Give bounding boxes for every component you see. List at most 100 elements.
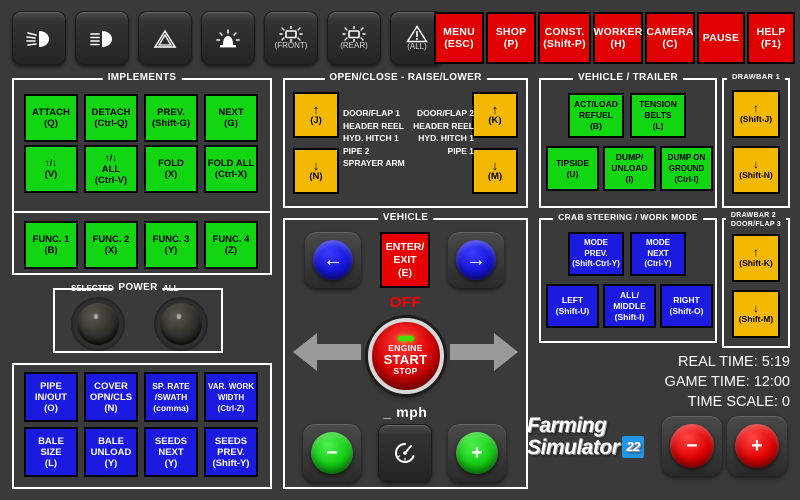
tension-belts-key[interactable]: TENSION BELTS (L)	[630, 93, 686, 138]
key-line3: (Ctrl-Y)	[644, 259, 672, 269]
key-line3: (Shift-I)	[614, 311, 645, 322]
shop-button-label: SHOP	[495, 26, 527, 38]
openclose-right-list: DOOR/FLAP 2 HEADER REEL HYD. HITCH 1 PIP…	[413, 107, 474, 157]
openclose-down-left-key[interactable]: ↓ (N)	[293, 148, 339, 194]
key-line1: ENTER/	[385, 240, 425, 253]
key-line1: BALE	[38, 435, 64, 447]
arrow-up-icon: ↑	[753, 245, 759, 259]
light-button-low-beam[interactable]	[12, 11, 66, 65]
low-beam-light-icon	[26, 30, 49, 47]
implements-panel-title: IMPLEMENTS	[102, 72, 182, 83]
implement-func3-key[interactable]: FUNC. 3 (Y)	[144, 221, 198, 269]
key-line2: NEXT	[158, 446, 184, 458]
real-time-label: REAL TIME: 5:19	[677, 354, 790, 370]
light-button-hazard[interactable]	[138, 11, 192, 65]
list-item: SPRAYER ARM	[343, 158, 405, 168]
pause-button[interactable]: PAUSE	[697, 12, 745, 64]
spread-rate-swath-key[interactable]: SP. RATE /SWATH (comma)	[144, 372, 198, 422]
vehicle-prev-pad[interactable]: ←	[305, 232, 361, 288]
light-button-work-rear[interactable]: (REAR)	[327, 11, 381, 65]
bale-unload-key[interactable]: BALE UNLOAD (Y)	[84, 427, 138, 477]
time-scale-increase-pad[interactable]: +	[727, 416, 787, 476]
openclose-up-right-key[interactable]: ↑ (K)	[472, 92, 518, 138]
implement-func2-key[interactable]: FUNC. 2 (X)	[84, 221, 138, 269]
construction-button[interactable]: CONST. (Shift-P)	[538, 12, 591, 64]
speed-decrease-button[interactable]: −	[311, 432, 353, 474]
engine-start-stop-button[interactable]: ENGINE START STOP	[367, 318, 444, 394]
high-beam-light-icon	[90, 30, 112, 47]
speed-increase-button[interactable]: +	[456, 432, 498, 474]
worker-button[interactable]: WORKER (H)	[593, 12, 643, 64]
cruise-control-button[interactable]	[378, 424, 432, 482]
speed-increase-pad[interactable]: +	[448, 424, 506, 482]
variable-work-width-key[interactable]: VAR. WORK WIDTH (Ctrl-Z)	[204, 372, 258, 422]
drawbar2-up-key[interactable]: ↑ (Shift-K)	[732, 234, 780, 282]
key-line1: FUNC. 3	[152, 234, 190, 245]
seeds-prev-key[interactable]: SEEDS PREV. (Shift-Y)	[204, 427, 258, 477]
implement-fold-all-key[interactable]: FOLD ALL (Ctrl-X)	[204, 145, 258, 193]
dump-on-ground-key[interactable]: DUMP ON GROUND (Ctrl-I)	[660, 146, 713, 191]
key-line1: ↑/↓	[104, 152, 118, 164]
vehicle-next-button[interactable]: →	[456, 240, 496, 280]
bale-size-key[interactable]: BALE SIZE (L)	[24, 427, 78, 477]
help-button[interactable]: HELP (F1)	[747, 12, 795, 64]
implement-func1-key[interactable]: FUNC. 1 (B)	[24, 221, 78, 269]
key-line2: REFUEL	[579, 110, 613, 120]
mode-next-key[interactable]: MODE NEXT (Ctrl-Y)	[630, 232, 686, 276]
game-time-label: GAME TIME: 12:00	[664, 374, 790, 390]
drawbar1-panel-title: DRAWBAR 1	[726, 72, 786, 81]
key-line1: SEEDS	[214, 435, 248, 447]
implement-func4-key[interactable]: FUNC. 4 (Z)	[204, 221, 258, 269]
arrow-right-icon: →	[466, 248, 486, 271]
key-line2: OPN/CLS	[89, 391, 133, 403]
key-line3: (N)	[104, 402, 118, 414]
mode-prev-key[interactable]: MODE PREV. (Shift-Ctrl-Y)	[568, 232, 624, 276]
act-load-refuel-key[interactable]: ACT/LOAD REFUEL (B)	[568, 93, 624, 138]
key-line2: PREV.	[584, 248, 608, 258]
implement-prev-key[interactable]: PREV. (Shift-G)	[144, 94, 198, 142]
light-button-high-beam[interactable]	[75, 11, 129, 65]
light-button-work-front[interactable]: (FRONT)	[264, 11, 318, 65]
key-binding: (J)	[310, 115, 322, 126]
key-line3: (Shift-Y)	[212, 457, 250, 469]
key-line1: FUNC. 2	[92, 234, 130, 245]
key-line2: (Ctrl-X)	[214, 169, 248, 180]
implement-raise-lower-key[interactable]: ↑/↓ (V)	[24, 145, 78, 193]
tipside-key[interactable]: TIPSIDE (U)	[546, 146, 599, 191]
hazard-triangle-icon	[153, 29, 177, 48]
light-button-beacon[interactable]	[201, 11, 255, 65]
crab-all-middle-key[interactable]: ALL/ MIDDLE (Shift-I)	[603, 284, 656, 328]
power-all-knob[interactable]	[160, 303, 202, 345]
implement-detach-key[interactable]: DETACH (Ctrl-Q)	[84, 94, 138, 142]
power-selected-knob[interactable]	[77, 303, 119, 345]
vehicle-prev-button[interactable]: ←	[313, 240, 353, 280]
dump-unload-key[interactable]: DUMP/ UNLOAD (I)	[603, 146, 656, 191]
vehicle-next-pad[interactable]: →	[448, 232, 504, 288]
menu-button[interactable]: MENU (ESC)	[434, 12, 484, 64]
pipe-in-out-key[interactable]: PIPE IN/OUT (O)	[24, 372, 78, 422]
drawbar1-down-key[interactable]: ↓ (Shift-N)	[732, 146, 780, 194]
openclose-up-left-key[interactable]: ↑ (J)	[293, 92, 339, 138]
seeds-next-key[interactable]: SEEDS NEXT (Y)	[144, 427, 198, 477]
cover-open-close-key[interactable]: COVER OPN/CLS (N)	[84, 372, 138, 422]
speed-decrease-pad[interactable]: −	[303, 424, 361, 482]
light-button-label: (ALL)	[407, 42, 427, 51]
implement-fold-key[interactable]: FOLD (X)	[144, 145, 198, 193]
implement-raise-lower-all-key[interactable]: ↑/↓ ALL (Ctrl-V)	[84, 145, 138, 193]
key-line1: ALL/	[620, 289, 639, 300]
time-scale-decrease-pad[interactable]: −	[662, 416, 722, 476]
drawbar2-down-key[interactable]: ↓ (Shift-M)	[732, 290, 780, 338]
implement-attach-key[interactable]: ATTACH (Q)	[24, 94, 78, 142]
time-scale-decrease-button[interactable]: −	[670, 424, 714, 468]
enter-exit-button[interactable]: ENTER/ EXIT (E)	[380, 232, 430, 288]
implement-next-key[interactable]: NEXT (G)	[204, 94, 258, 142]
key-line3: (I)	[625, 174, 634, 184]
time-scale-increase-button[interactable]: +	[735, 424, 779, 468]
drawbar1-up-key[interactable]: ↑ (Shift-J)	[732, 90, 780, 138]
list-item: HYD. HITCH 1	[418, 133, 474, 143]
openclose-down-right-key[interactable]: ↓ (M)	[472, 148, 518, 194]
shop-button[interactable]: SHOP (P)	[486, 12, 536, 64]
crab-right-key[interactable]: RIGHT (Shift-O)	[660, 284, 713, 328]
camera-button[interactable]: CAMERA (C)	[645, 12, 695, 64]
crab-left-key[interactable]: LEFT (Shift-U)	[546, 284, 599, 328]
